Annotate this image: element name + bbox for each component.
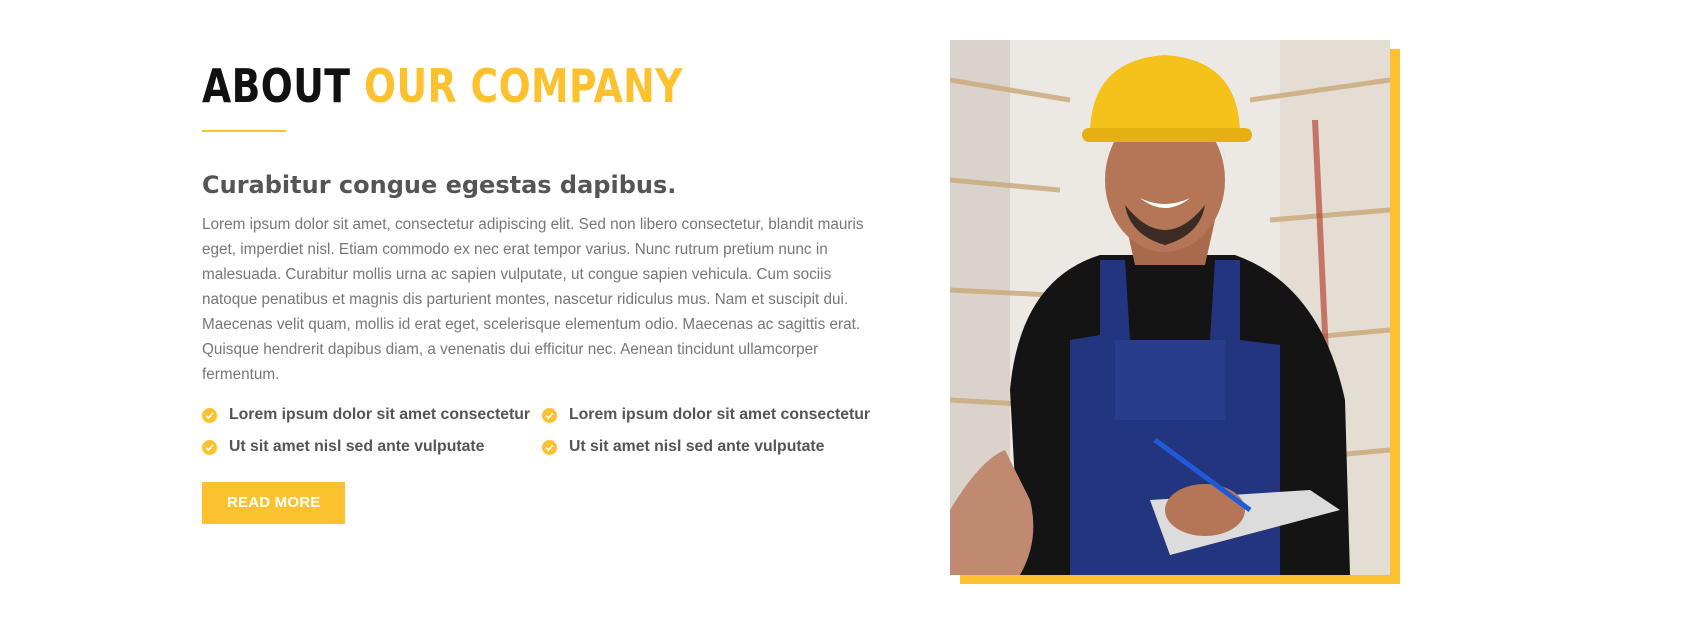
check-circle-icon	[542, 407, 557, 423]
about-section: ABOUT OUR COMPANY Curabitur congue egest…	[202, 58, 882, 524]
title-accent: OUR COMPANY	[363, 59, 683, 113]
worker-hardhat-photo	[950, 40, 1390, 575]
feature-label: Lorem ipsum dolor sit amet consectetur	[569, 406, 871, 423]
feature-item: Ut sit amet nisl sed ante vulputate	[542, 436, 882, 458]
check-circle-icon	[542, 439, 557, 455]
read-more-button[interactable]: READ MORE	[202, 482, 346, 524]
section-subtitle: Curabitur congue egestas dapibus.	[202, 171, 677, 199]
feature-item: Ut sit amet nisl sed ante vulputate	[202, 436, 542, 458]
feature-label: Lorem ipsum dolor sit amet consectetur	[229, 406, 531, 423]
title-underline	[202, 130, 286, 132]
section-body: Lorem ipsum dolor sit amet, consectetur …	[202, 216, 864, 383]
feature-label: Ut sit amet nisl sed ante vulputate	[229, 438, 485, 455]
check-circle-icon	[202, 407, 217, 423]
feature-item: Lorem ipsum dolor sit amet consectetur	[202, 404, 542, 426]
title-dark: ABOUT	[202, 59, 351, 113]
feature-item: Lorem ipsum dolor sit amet consectetur	[542, 404, 882, 426]
check-circle-icon	[202, 439, 217, 455]
feature-list: Lorem ipsum dolor sit amet consectetur L…	[202, 404, 882, 458]
section-title: ABOUT OUR COMPANY	[202, 58, 760, 114]
feature-label: Ut sit amet nisl sed ante vulputate	[569, 438, 825, 455]
